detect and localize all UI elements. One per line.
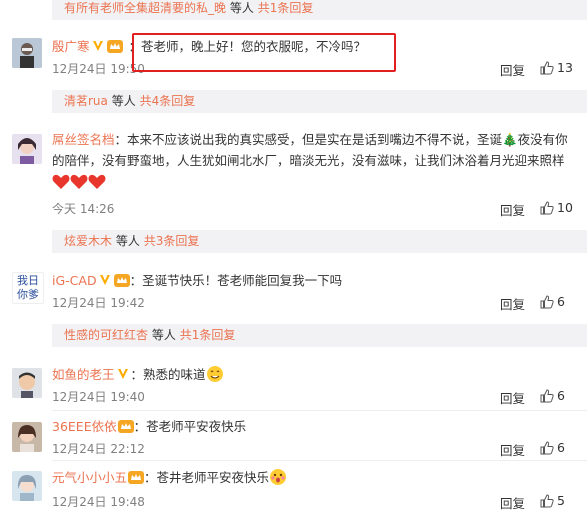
like-count: 6: [557, 388, 565, 403]
thread-suffix: 等人: [229, 1, 254, 15]
member-crown-icon: [113, 272, 130, 287]
comment-text: 熟悉的味道: [143, 367, 206, 382]
comment-time: 12月24日 19:50: [52, 62, 145, 76]
thread-user[interactable]: 性感的可红红杏: [52, 328, 148, 342]
comment-body: 如鱼的老王 ：熟悉的味道: [52, 364, 577, 389]
like-button[interactable]: 6: [540, 294, 565, 309]
reply-button[interactable]: 回复: [500, 294, 525, 313]
avatar[interactable]: [12, 422, 42, 452]
heart-icon: [70, 174, 88, 196]
reply-button[interactable]: 回复: [500, 60, 525, 79]
comment-text: 苍井老师平安夜快乐: [156, 470, 270, 485]
member-crown-icon: [106, 38, 123, 53]
avatar[interactable]: 我日你爹: [12, 272, 44, 304]
thumbs-up-icon: [540, 294, 557, 309]
like-button[interactable]: 5: [540, 493, 565, 508]
like-button[interactable]: 6: [540, 440, 565, 455]
thumbs-up-icon: [540, 388, 557, 403]
comment-body: 36EEE依依 ：苍老师平安夜快乐: [52, 418, 247, 434]
like-button[interactable]: 6: [540, 388, 565, 403]
heart-icon: [88, 174, 106, 196]
thread-count-link[interactable]: 共4条回复: [140, 94, 196, 108]
thread-user[interactable]: 炫爱木木: [52, 234, 112, 248]
avatar-text: 我日你爹: [17, 274, 39, 301]
reply-button[interactable]: 回复: [500, 388, 525, 407]
thread-user[interactable]: 有所有老师全集超清要的私_晚: [52, 1, 226, 15]
heart-icon: [52, 174, 70, 196]
verified-icon: [99, 271, 111, 285]
like-count: 6: [557, 294, 565, 309]
reply-thread-bar[interactable]: 有所有老师全集超清要的私_晚 等人 共1条回复: [52, 0, 587, 20]
comment-time: 12月24日 19:42: [52, 296, 145, 310]
comment-time: 12月24日 19:40: [52, 390, 145, 404]
comment-username[interactable]: 殷广寒: [52, 39, 90, 54]
divider: [52, 410, 587, 411]
avatar[interactable]: [12, 134, 42, 164]
like-count: 6: [557, 440, 565, 455]
comment-time: 12月24日 19:48: [52, 495, 145, 509]
divider: [52, 460, 587, 461]
reply-button[interactable]: 回复: [500, 200, 525, 219]
thumbs-up-icon: [540, 60, 557, 75]
comment-text: 苍老师平安夜快乐: [146, 419, 247, 434]
comment-username[interactable]: iG-CAD: [52, 273, 97, 288]
reply-thread-bar[interactable]: 性感的可红红杏 等人 共1条回复: [52, 324, 587, 347]
thread-count-link[interactable]: 共1条回复: [180, 328, 236, 342]
thumbs-up-icon: [540, 493, 557, 508]
thumbs-up-icon: [540, 440, 557, 455]
like-count: 13: [557, 60, 573, 75]
reply-thread-bar[interactable]: 清茗rua 等人 共4条回复: [52, 90, 587, 113]
verified-icon: [92, 37, 104, 51]
thread-suffix: 等人: [111, 94, 136, 108]
thumbs-up-icon: [540, 200, 557, 215]
comment-text: 本来不应该说出我的真实感受，但是实在是话到嘴边不得不说，圣诞🎄夜没有你的陪伴，没…: [52, 132, 568, 168]
emoji-icon: [269, 468, 287, 492]
like-count: 10: [557, 200, 573, 215]
comment-body: 元气小小小五 ：苍井老师平安夜快乐: [52, 467, 577, 492]
comment-time: 今天 14:26: [52, 202, 115, 216]
thread-count-link[interactable]: 共3条回复: [144, 234, 200, 248]
comment-username[interactable]: 屌丝签名档: [52, 132, 115, 147]
comment-username[interactable]: 元气小小小五: [52, 470, 127, 485]
highlight-box: [132, 33, 396, 72]
reply-button[interactable]: 回复: [500, 440, 525, 459]
comment-username[interactable]: 36EEE依依: [52, 419, 117, 434]
like-button[interactable]: 13: [540, 60, 573, 75]
avatar[interactable]: [12, 471, 42, 501]
reply-button[interactable]: 回复: [500, 493, 525, 512]
like-button[interactable]: 10: [540, 200, 573, 215]
avatar[interactable]: [12, 38, 42, 68]
like-count: 5: [557, 493, 565, 508]
emoji-icon: [206, 365, 224, 389]
thread-count-link[interactable]: 共1条回复: [258, 1, 314, 15]
comment-body: 屌丝签名档：本来不应该说出我的真实感受，但是实在是话到嘴边不得不说，圣诞🎄夜没有…: [52, 129, 577, 196]
comment-username[interactable]: 如鱼的老王: [52, 367, 115, 382]
thread-suffix: 等人: [115, 234, 140, 248]
comment-body: iG-CAD ：圣诞节快乐！苍老师能回复我一下吗: [52, 271, 343, 288]
reply-thread-bar[interactable]: 炫爱木木 等人 共3条回复: [52, 230, 587, 253]
thread-user[interactable]: 清茗rua: [52, 94, 108, 108]
member-crown-icon: [128, 469, 145, 484]
avatar[interactable]: [12, 368, 42, 398]
comment-time: 12月24日 22:12: [52, 442, 145, 456]
comment-text: 圣诞节快乐！苍老师能回复我一下吗: [142, 273, 343, 288]
thread-suffix: 等人: [151, 328, 176, 342]
member-crown-icon: [117, 418, 134, 433]
verified-icon: [117, 365, 129, 379]
